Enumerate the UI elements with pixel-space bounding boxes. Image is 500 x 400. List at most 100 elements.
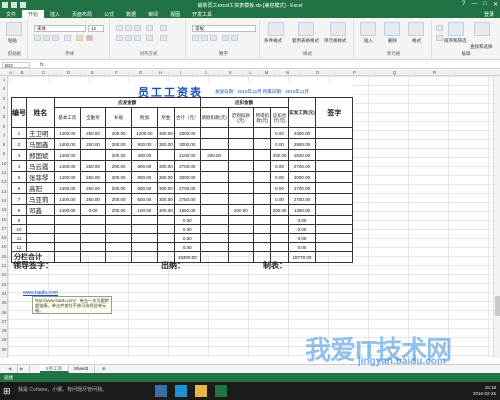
cell-value[interactable]: 330.00: [199, 149, 229, 161]
font-size-select[interactable]: 12: [88, 25, 104, 32]
tab-file[interactable]: 文件: [0, 10, 22, 18]
cell-value[interactable]: 1400.00: [53, 193, 81, 205]
cell-value[interactable]: [199, 233, 229, 243]
cell-value[interactable]: [253, 149, 272, 161]
cell-value[interactable]: 200.00: [227, 204, 255, 216]
cell-value[interactable]: 300.00: [156, 160, 175, 172]
cell-value[interactable]: [227, 233, 255, 243]
cell-value[interactable]: [131, 224, 158, 234]
close-button[interactable]: ✕: [493, 1, 498, 8]
cell-value[interactable]: 0.00: [287, 242, 317, 252]
row-header[interactable]: 30: [0, 347, 8, 352]
tab-page-layout[interactable]: 页面布局: [66, 10, 98, 18]
cell-value[interactable]: 0.00: [173, 224, 201, 234]
border-icon[interactable]: [64, 35, 71, 41]
cell-value[interactable]: 2000.00: [173, 127, 201, 139]
cell-value[interactable]: [105, 233, 133, 243]
cell-value[interactable]: [53, 242, 81, 252]
subheader-cell[interactable]: 所得扣款(元): [253, 107, 272, 128]
row-header[interactable]: 20: [0, 254, 8, 259]
cell-value[interactable]: [156, 149, 175, 161]
cell-value[interactable]: 0.00: [270, 160, 289, 172]
cell-value[interactable]: 250.00: [79, 182, 107, 194]
subheader-cell[interactable]: 全勤奖: [79, 107, 107, 128]
cell-no[interactable]: 2: [11, 138, 27, 150]
row-header[interactable]: 23: [0, 282, 8, 287]
edge-icon[interactable]: [175, 385, 187, 397]
cell-value[interactable]: [199, 138, 229, 150]
cell-value[interactable]: 200.00: [105, 127, 133, 139]
subheader-cell[interactable]: 奖金: [156, 107, 175, 128]
system-clock[interactable]: 15:18 2016-02-25: [473, 385, 496, 397]
row-header[interactable]: 4: [0, 105, 8, 110]
row-header[interactable]: 16: [0, 217, 8, 222]
cell-no[interactable]: 4: [11, 160, 27, 172]
cell-value[interactable]: [53, 224, 81, 234]
cell-value[interactable]: 200.00: [105, 149, 133, 161]
cell-value[interactable]: 0.00: [270, 171, 289, 183]
cell-value[interactable]: 250.00: [79, 160, 107, 172]
cell-value[interactable]: [227, 149, 255, 161]
cell-value[interactable]: 2700.00: [287, 160, 317, 172]
cortana-search[interactable]: 我是 Cortana，小娜。有问题尽管问我。: [18, 386, 107, 393]
row-header[interactable]: 28: [0, 328, 8, 333]
cell-value[interactable]: [253, 242, 272, 252]
row-header[interactable]: 18: [0, 235, 8, 240]
cell-name[interactable]: 高阳: [26, 182, 55, 194]
insert-cells-icon[interactable]: [360, 22, 376, 36]
cell-value[interactable]: 200.00: [105, 171, 133, 183]
row-header[interactable]: 5: [0, 114, 8, 119]
cell-value[interactable]: [199, 224, 229, 234]
header-name[interactable]: 姓名: [26, 97, 55, 128]
tab-review[interactable]: 审阅: [142, 10, 164, 18]
bold-icon[interactable]: [34, 35, 41, 41]
maximize-button[interactable]: □: [483, 1, 487, 8]
cell-value[interactable]: 300.00: [156, 127, 175, 139]
cell-value[interactable]: [105, 242, 133, 252]
cell-sign[interactable]: [315, 127, 353, 139]
cell-value[interactable]: 200.00: [105, 193, 133, 205]
cell-value[interactable]: 0.00: [287, 215, 317, 225]
cell-value[interactable]: 3000.00: [173, 171, 201, 183]
conditional-format-icon[interactable]: [268, 22, 284, 36]
cell-value[interactable]: [253, 138, 272, 150]
cell-value[interactable]: [227, 224, 255, 234]
total-cell[interactable]: [79, 251, 107, 263]
align-right-icon[interactable]: [134, 35, 141, 41]
fill-icon[interactable]: [436, 35, 443, 41]
cell-name[interactable]: 马国鑫: [26, 138, 55, 150]
cell-value[interactable]: 2700.00: [173, 182, 201, 194]
tab-insert[interactable]: 插入: [44, 10, 66, 18]
add-sheet-icon[interactable]: ⊕: [96, 365, 112, 373]
cell-no[interactable]: 8: [11, 204, 27, 216]
number-format-select[interactable]: 常规: [192, 25, 256, 32]
cell-value[interactable]: [156, 242, 175, 252]
cell-value[interactable]: 2700.00: [287, 182, 317, 194]
row-header[interactable]: 22: [0, 272, 8, 277]
paste-icon[interactable]: [6, 22, 22, 36]
cell-value[interactable]: [270, 233, 289, 243]
cell-value[interactable]: [79, 224, 107, 234]
cell-value[interactable]: [199, 160, 229, 172]
cell-name[interactable]: [26, 215, 55, 225]
total-cell[interactable]: [131, 251, 158, 263]
cell-value[interactable]: [199, 204, 229, 216]
format-cells-icon[interactable]: [408, 22, 424, 36]
explorer-icon[interactable]: [195, 385, 207, 397]
cell-name[interactable]: 邓鑫: [26, 204, 55, 216]
cell-value[interactable]: 200.00: [270, 204, 289, 216]
cell-value[interactable]: [253, 204, 272, 216]
subheader-cell[interactable]: 请假扣款(元): [199, 107, 229, 128]
align-bottom-icon[interactable]: [134, 25, 141, 31]
row-header[interactable]: 27: [0, 319, 8, 324]
cell-sign[interactable]: [315, 138, 353, 150]
cell-name[interactable]: [26, 242, 55, 252]
cell-no[interactable]: 1: [11, 127, 27, 139]
cell-value[interactable]: [253, 160, 272, 172]
cell-value[interactable]: [253, 182, 272, 194]
cell-value[interactable]: [270, 215, 289, 225]
cell-value[interactable]: [227, 182, 255, 194]
subheader-cell[interactable]: 合计（元）: [173, 107, 201, 128]
sheet-tab-may-salary[interactable]: 5月工资: [40, 365, 70, 373]
header-payable[interactable]: 应发金额: [53, 97, 201, 108]
